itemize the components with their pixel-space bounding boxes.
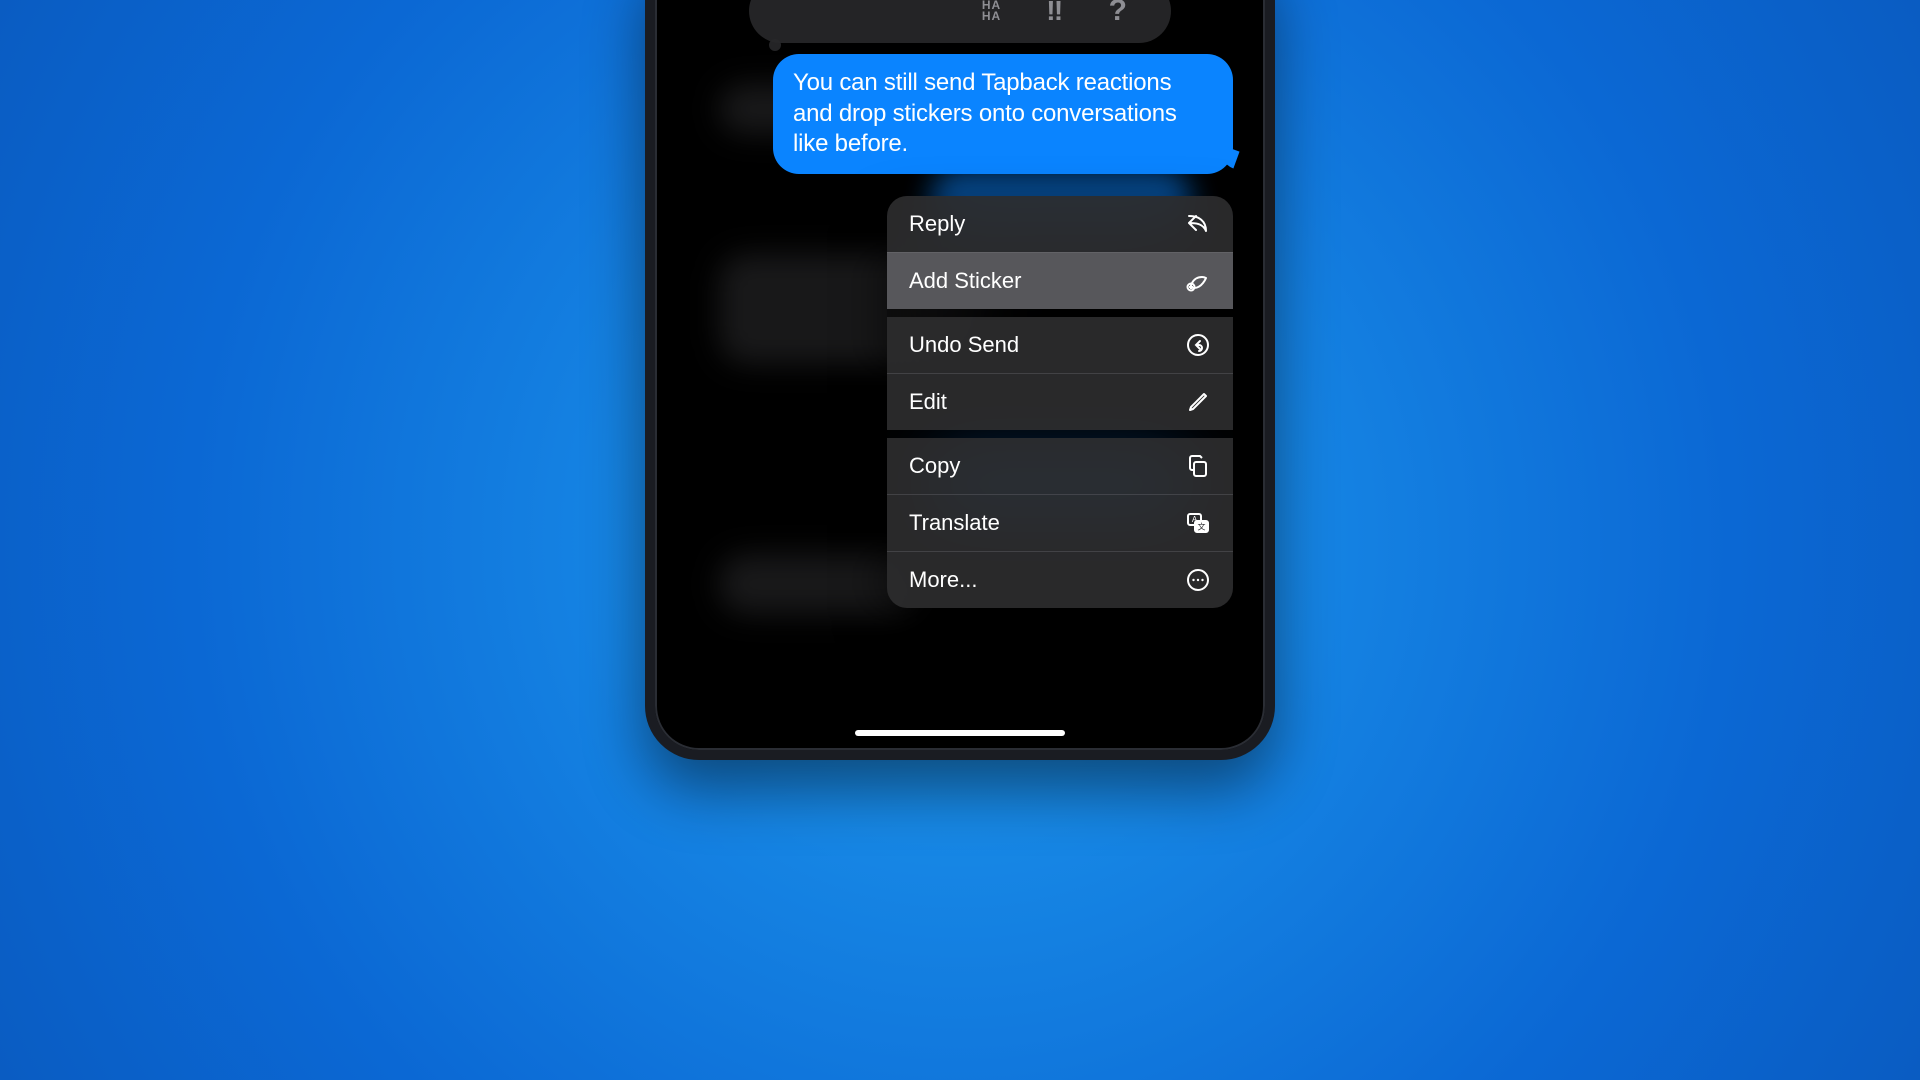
reply-arrow-icon	[1185, 211, 1211, 237]
home-indicator[interactable]	[855, 730, 1065, 736]
menu-reply-label: Reply	[909, 211, 965, 237]
menu-copy[interactable]: Copy	[887, 438, 1233, 494]
phone-screen: HA HA ‼ ? You can still send Tapback rea…	[659, 0, 1261, 746]
tapback-exclaim[interactable]: ‼	[1033, 0, 1077, 33]
message-text: You can still send Tapback reactions and…	[793, 69, 1177, 157]
translate-icon: A文	[1185, 510, 1211, 536]
tapback-thumbs-up[interactable]	[843, 0, 887, 33]
menu-reply[interactable]: Reply	[887, 196, 1233, 252]
tapback-thumbs-down[interactable]	[906, 0, 950, 33]
haha-icon: HA HA	[982, 0, 1001, 22]
menu-translate[interactable]: Translate A文	[887, 494, 1233, 551]
svg-text:文: 文	[1198, 522, 1206, 532]
undo-icon	[1185, 332, 1211, 358]
pencil-icon	[1185, 389, 1211, 415]
tapback-question[interactable]: ?	[1096, 0, 1140, 33]
ellipsis-circle-icon	[1185, 567, 1211, 593]
menu-more-label: More...	[909, 567, 977, 593]
sticker-icon	[1185, 268, 1211, 294]
exclaim-icon: ‼	[1046, 0, 1063, 27]
sent-message-bubble[interactable]: You can still send Tapback reactions and…	[773, 54, 1233, 174]
menu-more[interactable]: More...	[887, 551, 1233, 608]
menu-edit[interactable]: Edit	[887, 373, 1233, 430]
tapback-reaction-bar: HA HA ‼ ?	[749, 0, 1171, 43]
menu-undo-send-label: Undo Send	[909, 332, 1019, 358]
menu-separator	[887, 430, 1233, 438]
menu-add-sticker-label: Add Sticker	[909, 268, 1022, 294]
menu-copy-label: Copy	[909, 453, 960, 479]
question-icon: ?	[1109, 0, 1127, 28]
menu-undo-send[interactable]: Undo Send	[887, 317, 1233, 373]
menu-translate-label: Translate	[909, 510, 1000, 536]
tapback-heart[interactable]	[780, 0, 824, 33]
menu-add-sticker[interactable]: Add Sticker	[887, 252, 1233, 309]
copy-icon	[1185, 453, 1211, 479]
menu-separator	[887, 309, 1233, 317]
phone-frame: HA HA ‼ ? You can still send Tapback rea…	[645, 0, 1275, 760]
tapback-haha[interactable]: HA HA	[970, 0, 1014, 33]
menu-edit-label: Edit	[909, 389, 947, 415]
message-context-menu: Reply Add Sticker Undo Send	[887, 196, 1233, 608]
